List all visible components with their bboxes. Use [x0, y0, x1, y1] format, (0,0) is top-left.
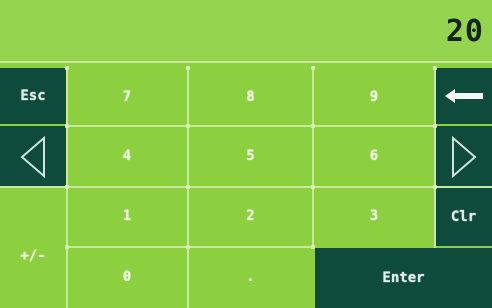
grid-dot	[186, 66, 190, 70]
esc-label: Esc	[20, 88, 46, 104]
grid-dot	[186, 124, 190, 128]
key-7[interactable]: 7	[66, 68, 188, 126]
grid-dot	[433, 66, 437, 70]
display-value: 20	[445, 14, 484, 49]
decimal-point-button[interactable]: .	[188, 246, 313, 308]
enter-button[interactable]: Enter	[315, 248, 492, 308]
grid-dot	[433, 185, 437, 189]
key-3-label: 3	[369, 208, 379, 224]
grid-dot	[311, 245, 315, 249]
key-9[interactable]: 9	[313, 68, 435, 126]
key-1-label: 1	[122, 208, 132, 224]
clear-label: Clr	[450, 209, 477, 225]
grid-dot	[433, 124, 437, 128]
grid-dot	[311, 124, 315, 128]
key-8-label: 8	[246, 89, 255, 105]
enter-label: Enter	[382, 270, 425, 286]
plus-minus-label: +/-	[20, 248, 46, 264]
grid-line	[434, 68, 436, 248]
backspace-arrow-icon	[444, 89, 483, 103]
left-triangle-icon	[20, 136, 45, 178]
grid-dot	[311, 66, 315, 70]
key-4[interactable]: 4	[66, 126, 188, 186]
grid-line	[66, 125, 435, 127]
grid-dot	[65, 66, 69, 70]
right-triangle-icon	[451, 136, 477, 178]
clear-button[interactable]: Clr	[435, 188, 492, 246]
key-7-label: 7	[122, 89, 132, 105]
key-0[interactable]: 0	[66, 246, 188, 308]
key-0-label: 0	[122, 269, 132, 285]
key-3[interactable]: 3	[313, 186, 435, 246]
key-9-label: 9	[369, 89, 379, 105]
grid-dot	[186, 185, 190, 189]
key-8[interactable]: 8	[188, 68, 313, 126]
grid-line	[66, 246, 315, 248]
grid-dot	[186, 245, 190, 249]
grid-dot	[65, 185, 69, 189]
grid-line	[0, 186, 492, 188]
key-6-label: 6	[369, 148, 379, 164]
key-2-label: 2	[246, 208, 255, 224]
key-5-label: 5	[246, 148, 255, 164]
numeric-display: 20	[0, 0, 492, 63]
key-5[interactable]: 5	[188, 126, 313, 186]
backspace-button[interactable]	[435, 68, 492, 124]
grid-line	[312, 68, 314, 248]
key-6[interactable]: 6	[313, 126, 435, 186]
right-arrow-button[interactable]	[435, 126, 492, 188]
grid-dot	[311, 185, 315, 189]
left-arrow-button[interactable]	[0, 126, 66, 188]
grid-dot	[65, 245, 69, 249]
plus-minus-button[interactable]: +/-	[0, 188, 66, 308]
key-2[interactable]: 2	[188, 186, 313, 246]
key-1[interactable]: 1	[66, 186, 188, 246]
key-4-label: 4	[122, 148, 132, 164]
grid-dot	[65, 124, 69, 128]
esc-button[interactable]: Esc	[0, 68, 66, 124]
decimal-point-label: .	[246, 269, 255, 285]
